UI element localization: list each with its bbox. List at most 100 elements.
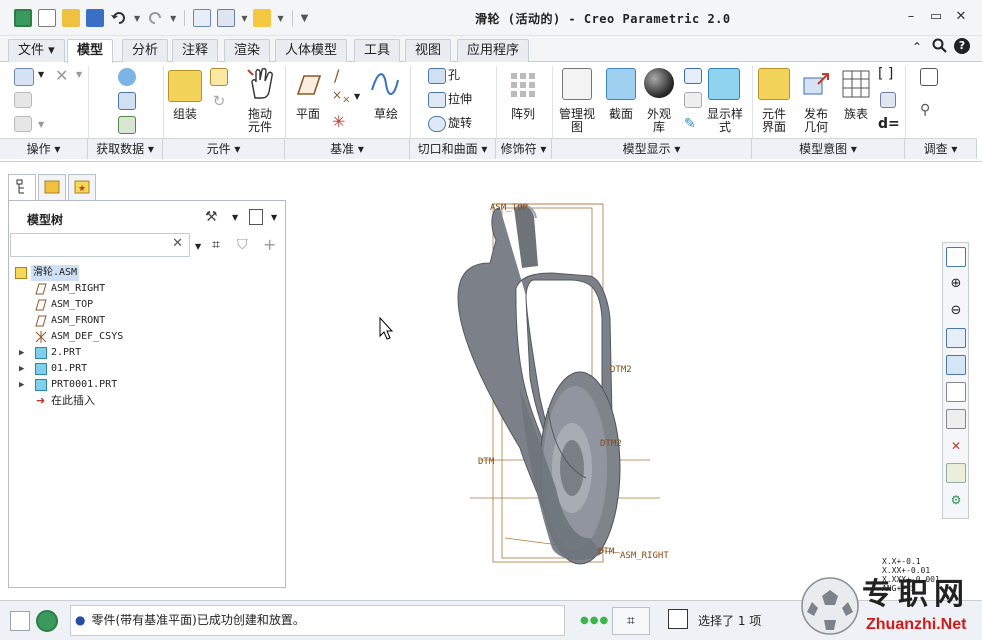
paste-icon[interactable] — [14, 116, 32, 132]
expand-arrow-icon[interactable]: ▶ — [19, 345, 24, 361]
group-operations[interactable]: 操作 ▾ — [0, 138, 88, 159]
show-dropdown-icon[interactable]: ▼ — [271, 213, 277, 222]
close-window-icon[interactable] — [253, 9, 272, 27]
copy-geometry-icon[interactable] — [118, 92, 136, 110]
hole-label[interactable]: 孔 — [448, 69, 460, 82]
appearance-gallery-label[interactable]: 外观 库 — [640, 108, 678, 134]
annotation-display-icon[interactable]: ⚙ — [946, 490, 966, 510]
delete-dropdown-icon[interactable]: ▼ — [76, 70, 82, 79]
zoom-in-icon[interactable]: ⊕ — [946, 274, 966, 294]
d-equals-label[interactable]: d= — [878, 117, 900, 131]
drag-component-label[interactable]: 拖动 元件 — [240, 108, 280, 134]
help-icon[interactable]: ? — [954, 38, 970, 54]
assemble-label[interactable]: 组装 — [165, 108, 205, 121]
manage-views-icon[interactable] — [562, 68, 592, 100]
show-icon[interactable] — [249, 209, 263, 225]
perspective-icon[interactable]: ✎ — [684, 116, 702, 132]
tab-analysis[interactable]: 分析 — [122, 39, 169, 62]
search-dropdown-icon[interactable]: ▼ — [195, 242, 201, 251]
pulley-model[interactable] — [457, 204, 621, 565]
toggle-navigator-icon[interactable] — [10, 611, 30, 631]
point-icon[interactable]: ×× — [332, 88, 350, 105]
datum-label-dtm2-upper[interactable]: DTM2 — [610, 365, 632, 375]
maximize-icon[interactable]: ▭ — [927, 8, 945, 26]
tab-favorites[interactable]: ★ — [68, 174, 96, 200]
expand-arrow-icon[interactable]: ▶ — [19, 377, 24, 393]
refit-icon[interactable] — [946, 247, 966, 267]
model-tree-search-input[interactable]: ✕ — [10, 233, 190, 257]
group-get-data[interactable]: 获取数据 ▾ — [88, 138, 163, 159]
graphics-window[interactable]: ASM_TOP DTM2 DTM2 DTM DTM ASM_RIGHT — [290, 168, 982, 598]
selection-count[interactable]: 选择了 1 项 — [698, 612, 761, 629]
tab-render[interactable]: 渲染 — [224, 39, 271, 62]
undo-dropdown-icon[interactable]: ▼ — [134, 14, 140, 23]
spin-center-icon[interactable] — [946, 463, 966, 483]
settings-dropdown-icon[interactable]: ▼ — [232, 213, 238, 222]
regenerate-small-icon[interactable] — [14, 68, 34, 86]
tab-model-tree[interactable] — [8, 174, 36, 200]
datum-label-dtm2-lower[interactable]: DTM2 — [600, 439, 622, 449]
windows-dropdown-icon[interactable]: ▼ — [241, 14, 247, 23]
display-style-small-icon[interactable] — [684, 68, 702, 84]
tab-model[interactable]: 模型 — [67, 39, 114, 63]
publish-geometry-icon[interactable] — [800, 68, 832, 100]
save-icon[interactable] — [86, 9, 104, 27]
filter-icon[interactable]: ⛉ — [237, 237, 248, 253]
assemble-icon[interactable] — [168, 70, 202, 102]
group-model-intent[interactable]: 模型意图 ▾ — [752, 138, 905, 159]
display-style-icon[interactable] — [708, 68, 740, 100]
zoom-out-icon[interactable]: ⊖ — [946, 301, 966, 321]
axis-icon[interactable]: / — [334, 66, 339, 85]
saved-orientations-icon[interactable] — [946, 382, 966, 402]
expand-arrow-icon[interactable]: ▶ — [19, 361, 24, 377]
tab-tools[interactable]: 工具 — [354, 39, 401, 62]
tree-item-root-assembly[interactable]: 滑轮.ASM — [9, 265, 99, 281]
tab-file[interactable]: 文件 ▾ — [8, 39, 65, 62]
family-table-icon[interactable] — [842, 70, 870, 98]
bill-of-materials-icon[interactable] — [920, 68, 938, 86]
coordinate-system-icon[interactable]: ✳ — [332, 112, 345, 131]
sketch-icon[interactable] — [370, 70, 400, 100]
minimize-icon[interactable]: – — [902, 8, 920, 26]
customize-toolbar-icon[interactable]: ▼ — [301, 13, 309, 24]
windows-icon[interactable] — [217, 9, 236, 27]
component-interface-icon[interactable] — [758, 68, 790, 100]
tab-view[interactable]: 视图 — [405, 39, 452, 62]
group-cut-surface[interactable]: 切口和曲面 ▾ — [410, 138, 496, 159]
tab-applications[interactable]: 应用程序 — [457, 39, 530, 62]
revolve-icon[interactable] — [428, 116, 446, 132]
group-model-display[interactable]: 模型显示 ▾ — [552, 138, 752, 159]
pattern-icon[interactable] — [508, 70, 538, 100]
regeneration-status-icon[interactable]: ●●● — [580, 615, 609, 626]
create-component-icon[interactable] — [210, 68, 228, 86]
parameters-icon[interactable]: [ ] — [878, 66, 893, 82]
view-manager-icon[interactable] — [946, 409, 966, 429]
datum-label-asm-top[interactable]: ASM_TOP — [490, 203, 529, 213]
tab-annotate[interactable]: 注释 — [172, 39, 219, 62]
pattern-label[interactable]: 阵列 — [504, 108, 542, 121]
repeat-icon[interactable]: ↻ — [210, 92, 228, 110]
find-icon[interactable]: ⌗ — [212, 237, 220, 253]
open-folder-icon[interactable] — [62, 9, 80, 27]
plane-label[interactable]: 平面 — [290, 108, 326, 121]
datum-label-dtm-left[interactable]: DTM — [478, 457, 495, 467]
paste-dropdown-icon[interactable]: ▼ — [38, 120, 44, 129]
model-viewport[interactable]: ASM_TOP DTM2 DTM2 DTM DTM ASM_RIGHT — [290, 168, 982, 598]
selection-filter-icon[interactable] — [668, 609, 688, 629]
group-modifiers[interactable]: 修饰符 ▾ — [496, 138, 552, 159]
reorient-icon[interactable] — [684, 92, 702, 108]
add-icon[interactable]: + — [263, 235, 276, 254]
hole-icon[interactable] — [428, 68, 446, 84]
display-style-view-icon[interactable] — [946, 355, 966, 375]
repaint-icon[interactable] — [946, 328, 966, 348]
relations-icon[interactable] — [880, 92, 896, 108]
section-label[interactable]: 截面 — [602, 108, 640, 121]
display-style-label[interactable]: 显示样 式 — [704, 108, 746, 134]
family-table-label[interactable]: 族表 — [838, 108, 874, 121]
point-dropdown-icon[interactable]: ▼ — [354, 92, 360, 101]
shrinkwrap-icon[interactable] — [118, 116, 136, 134]
datum-display-filters-icon[interactable]: ✕ — [946, 436, 966, 456]
settings-icon[interactable]: ⚒ — [205, 209, 218, 225]
extrude-icon[interactable] — [428, 92, 446, 108]
new-file-icon[interactable] — [38, 9, 56, 27]
